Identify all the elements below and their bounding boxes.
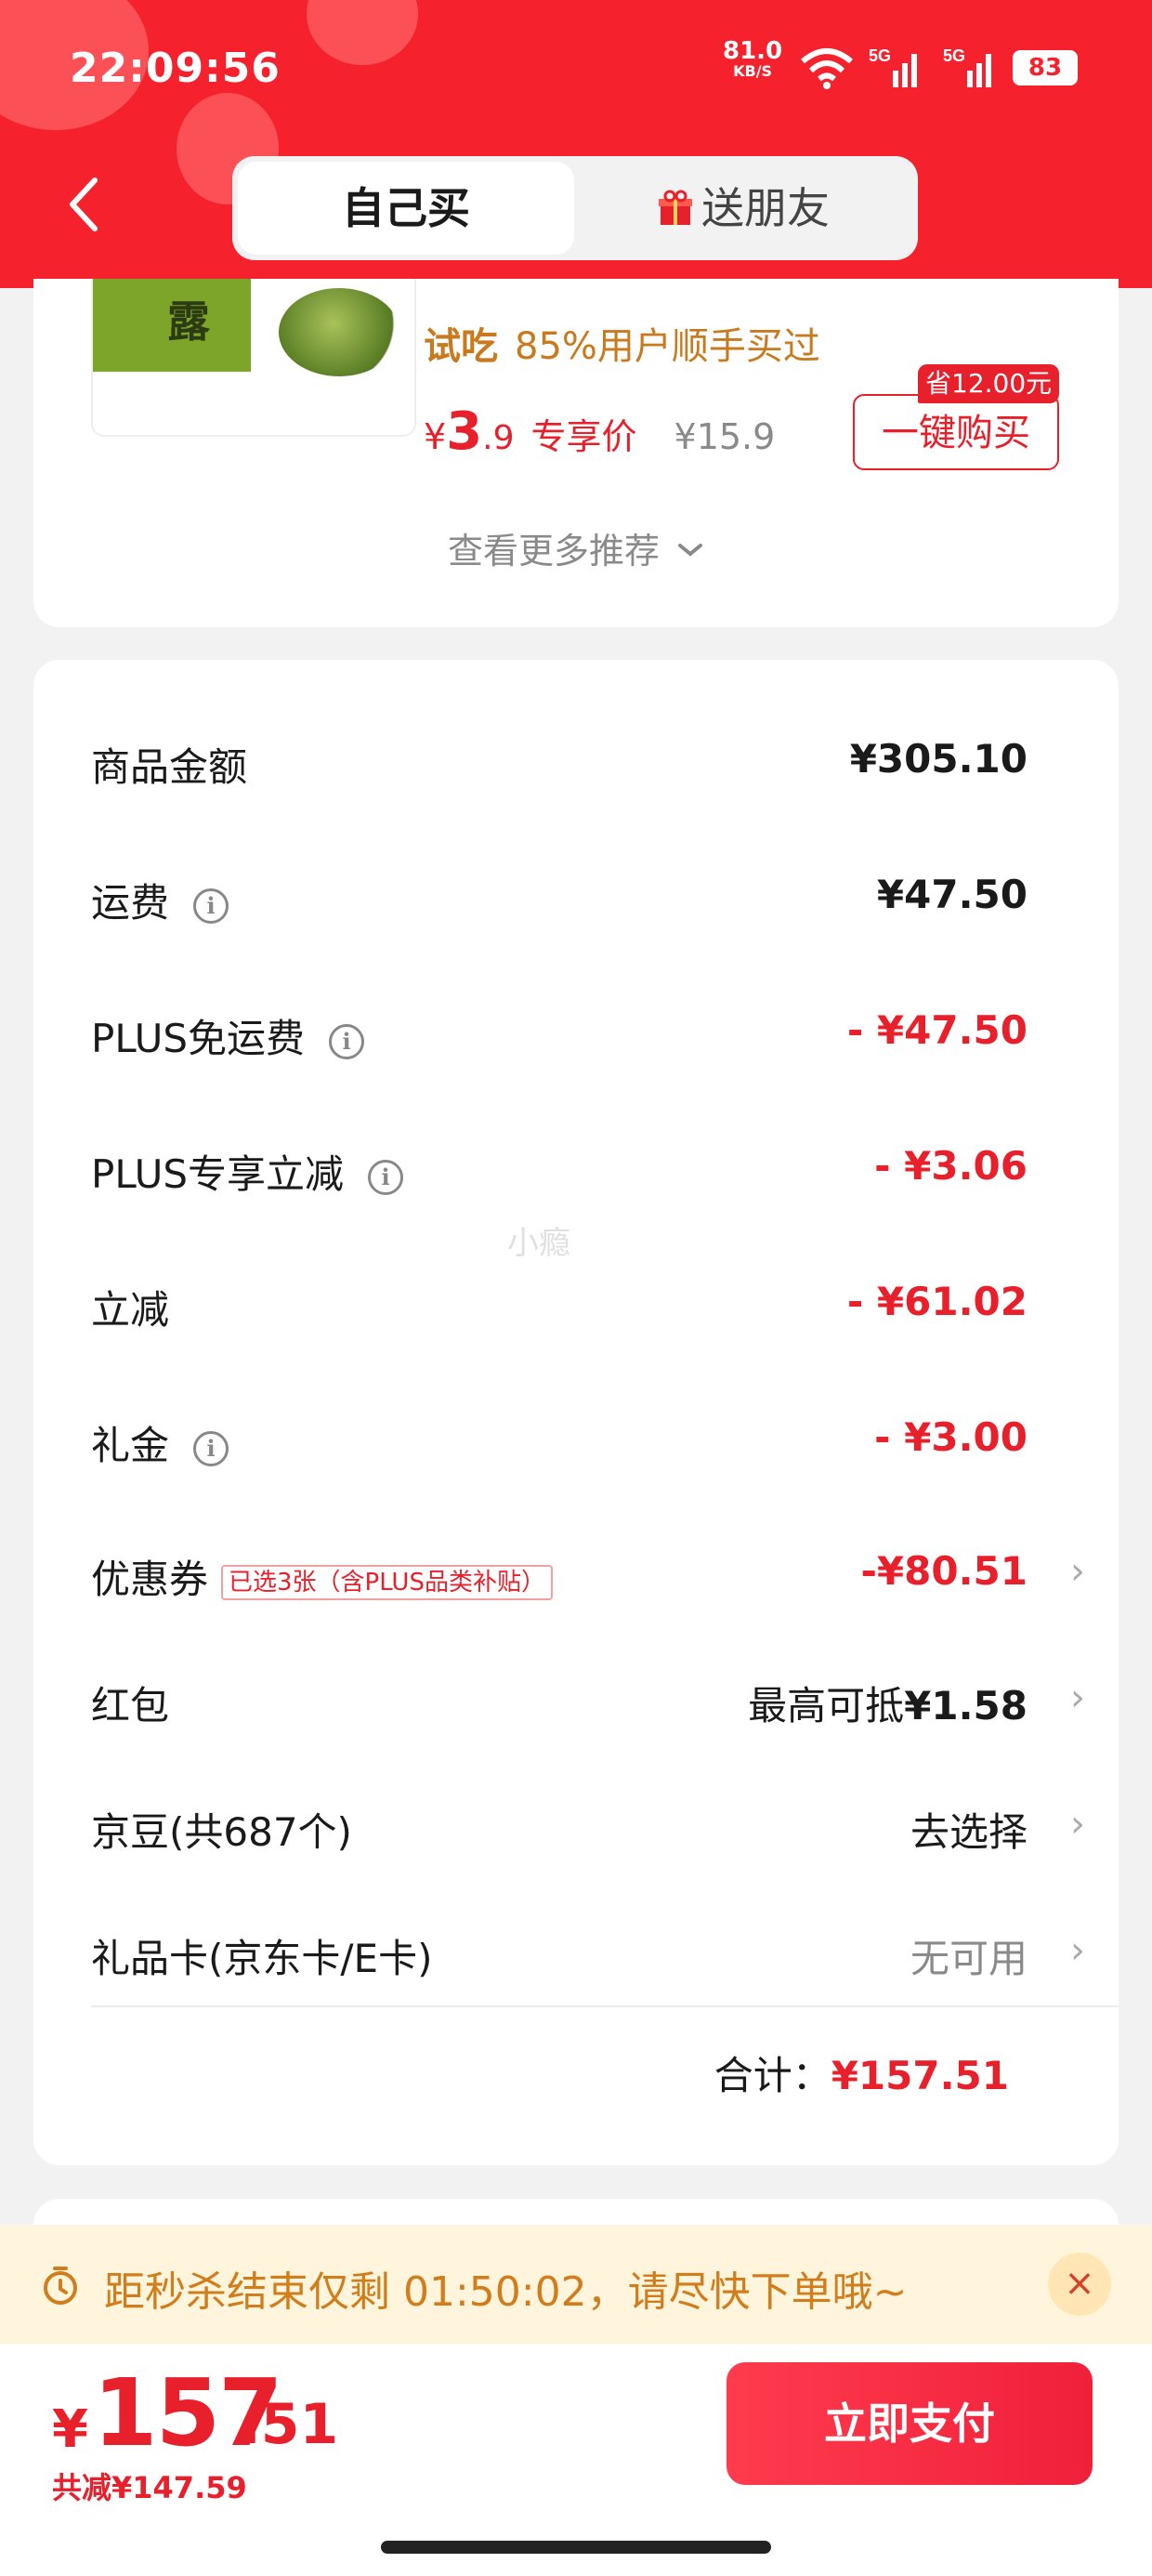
- battery-icon: 83: [1013, 50, 1078, 85]
- total-currency: ¥: [52, 2399, 88, 2460]
- subtotal-value: ¥157.51: [831, 2053, 1009, 2098]
- row-value: - ¥61.02: [846, 1279, 1028, 1324]
- row-plus-discount: PLUS专享立减 i - ¥3.06: [91, 1132, 1085, 1206]
- coupon-tag: 已选3张（含PLUS品类补贴）: [221, 1564, 553, 1600]
- info-icon[interactable]: i: [329, 1023, 365, 1059]
- row-value: -¥80.51: [860, 1548, 1028, 1594]
- row-label-wrap: 优惠券 已选3张（含PLUS品类补贴）: [91, 1548, 553, 1605]
- row-label-wrap: PLUS免运费 i: [91, 1007, 365, 1064]
- row-label: PLUS专享立减: [91, 1151, 345, 1197]
- subtotal-label: 合计：: [713, 2053, 831, 2098]
- row-label: 优惠券: [91, 1557, 209, 1602]
- header: 22:09:56 81.0 KB/S 5G 5G 83 自己买 送朋友: [0, 0, 1152, 288]
- row-value: - ¥47.50: [846, 1007, 1028, 1053]
- network-type-2: 5G: [943, 46, 965, 65]
- chevron-left-icon[interactable]: [65, 177, 102, 232]
- row-label: 运费: [91, 880, 170, 926]
- row-label: 商品金额: [91, 744, 248, 790]
- trial-text: 85%用户顺手买过: [515, 325, 820, 368]
- row-label-wrap: PLUS专享立减 i: [91, 1143, 404, 1200]
- checkout-bar: ¥ 157 .51 共减¥147.59 立即支付: [0, 2344, 1152, 2576]
- row-instant-discount: 立减 - ¥61.02: [91, 1268, 1085, 1342]
- row-label: 立减: [91, 1287, 170, 1333]
- more-recommendations-link[interactable]: 查看更多推荐: [33, 522, 1119, 573]
- chevron-right-icon: ›: [1070, 1803, 1085, 1846]
- row-value: - ¥3.00: [874, 1414, 1028, 1460]
- chevron-down-icon: [678, 544, 703, 557]
- row-red-packet[interactable]: 红包 最高可抵¥1.58 ›: [91, 1663, 1085, 1738]
- row-label-wrap: 运费 i: [91, 872, 229, 928]
- close-icon[interactable]: ×: [1048, 2253, 1111, 2316]
- row-value: 无可用: [910, 1936, 1028, 1981]
- original-price: ¥15.9: [674, 416, 776, 457]
- price-integer: 3: [446, 401, 483, 462]
- price-decimal: .9: [482, 419, 515, 457]
- row-value-wrap: 最高可抵¥1.58: [748, 1675, 1028, 1731]
- row-gift-card[interactable]: 礼品卡(京东卡/E卡) 无可用 ›: [91, 1916, 1085, 1991]
- row-value-prefix: 最高可抵: [748, 1683, 905, 1728]
- network-speed: 81.0 KB/S: [723, 39, 782, 82]
- chevron-right-icon: ›: [1070, 1550, 1085, 1593]
- signal-icon: 5G: [869, 46, 917, 87]
- more-label: 查看更多推荐: [447, 531, 660, 572]
- row-shipping: 运费 i ¥47.50: [91, 861, 1085, 935]
- price-symbol: ¥: [424, 416, 447, 457]
- trial-info: 试吃 85%用户顺手买过: [424, 316, 820, 370]
- row-value: ¥1.58: [904, 1683, 1028, 1728]
- info-icon[interactable]: i: [368, 1159, 404, 1195]
- row-value: - ¥3.06: [874, 1143, 1028, 1189]
- row-label: 红包: [91, 1683, 170, 1728]
- status-bar: 22:09:56 81.0 KB/S 5G 5G 83: [0, 37, 1152, 102]
- row-gift-money: 礼金 i - ¥3.00: [91, 1403, 1085, 1478]
- status-time: 22:09:56: [70, 45, 281, 92]
- gift-icon: [659, 190, 692, 225]
- info-icon[interactable]: i: [193, 887, 229, 924]
- subtotal: 合计：¥157.51: [714, 2044, 1009, 2101]
- purchase-mode-toggle: 自己买 送朋友: [232, 156, 918, 260]
- row-label: PLUS免运费: [91, 1016, 306, 1061]
- row-jd-beans[interactable]: 京豆(共687个) 去选择 ›: [91, 1790, 1085, 1864]
- row-label-wrap: 礼金 i: [91, 1414, 229, 1471]
- rec-price: ¥3.9 专享价 ¥15.9: [424, 401, 776, 462]
- order-summary-card: 商品金额 ¥305.10 运费 i ¥47.50 PLUS免运费 i - ¥47.5…: [33, 660, 1119, 2165]
- flash-sale-banner: 距秒杀结束仅剩 01:50:02，请尽快下单哦~ ×: [0, 2225, 1152, 2344]
- save-badge: 省12.00元: [918, 364, 1060, 403]
- tab-gift-friend[interactable]: 送朋友: [574, 162, 912, 255]
- tab-self-buy[interactable]: 自己买: [238, 162, 574, 255]
- total-saved: 共减¥147.59: [52, 2470, 247, 2505]
- row-label: 礼品卡(京东卡/E卡): [91, 1936, 433, 1981]
- total-decimal: .51: [240, 2392, 339, 2457]
- row-value: ¥47.50: [876, 872, 1028, 917]
- wifi-icon: [801, 48, 853, 89]
- signal-icon: 5G: [943, 46, 991, 87]
- tea-tin-text: 露: [167, 296, 210, 347]
- row-goods-amount: 商品金额 ¥305.10: [91, 725, 1085, 799]
- network-type-1: 5G: [869, 46, 891, 65]
- chevron-right-icon: ›: [1070, 1676, 1085, 1719]
- pay-now-button[interactable]: 立即支付: [727, 2362, 1093, 2485]
- tab-gift-label: 送朋友: [701, 183, 830, 233]
- tea-tin-image: 露: [93, 279, 251, 372]
- trial-label: 试吃: [424, 325, 498, 368]
- divider: [91, 2005, 1119, 2007]
- home-indicator[interactable]: [381, 2541, 771, 2554]
- price-tag: 专享价: [530, 416, 637, 457]
- flash-sale-text: 距秒杀结束仅剩 01:50:02，请尽快下单哦~: [104, 2268, 908, 2316]
- timer-icon: [44, 2267, 77, 2305]
- row-label: 京豆(共687个): [91, 1809, 352, 1855]
- row-coupon[interactable]: 优惠券 已选3张（含PLUS品类补贴） -¥80.51 ›: [91, 1537, 1085, 1611]
- row-plus-free-shipping: PLUS免运费 i - ¥47.50: [91, 996, 1085, 1071]
- tea-leaves-image: [279, 288, 399, 376]
- one-click-buy-button[interactable]: 一键购买: [853, 394, 1059, 470]
- info-icon[interactable]: i: [193, 1430, 229, 1466]
- row-value: 去选择: [910, 1809, 1028, 1855]
- row-label: 礼金: [91, 1423, 170, 1468]
- row-value: ¥305.10: [849, 736, 1028, 782]
- chevron-right-icon: ›: [1070, 1929, 1085, 1972]
- recommendation-card: 露 试吃 85%用户顺手买过 ¥3.9 专享价 ¥15.9 一键购买 省12.00元 …: [33, 279, 1119, 627]
- watermark: 小瘾: [507, 1225, 570, 1262]
- product-image[interactable]: 露: [91, 279, 416, 437]
